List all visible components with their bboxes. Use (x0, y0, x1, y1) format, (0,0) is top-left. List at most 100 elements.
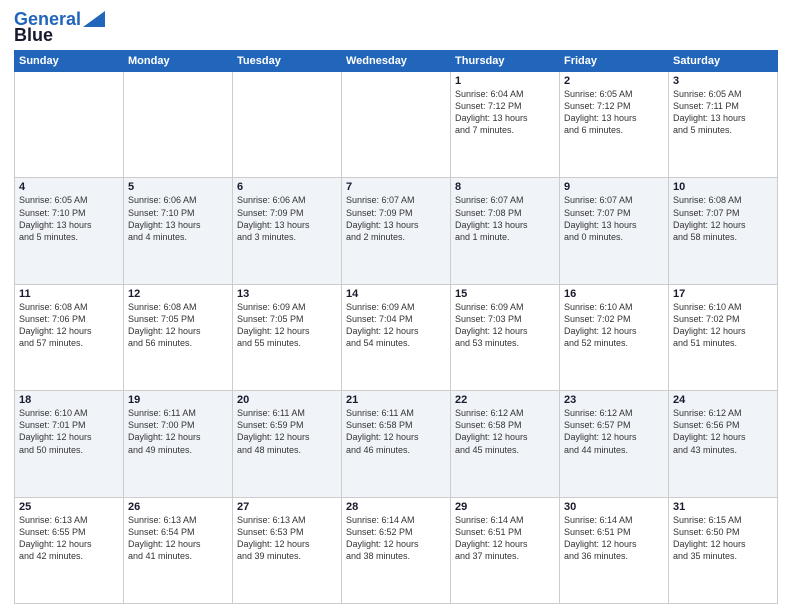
day-info: Sunrise: 6:07 AM Sunset: 7:08 PM Dayligh… (455, 194, 555, 243)
day-info: Sunrise: 6:09 AM Sunset: 7:03 PM Dayligh… (455, 301, 555, 350)
col-header-friday: Friday (560, 51, 669, 72)
day-cell: 21Sunrise: 6:11 AM Sunset: 6:58 PM Dayli… (342, 391, 451, 497)
day-info: Sunrise: 6:10 AM Sunset: 7:02 PM Dayligh… (564, 301, 664, 350)
day-info: Sunrise: 6:08 AM Sunset: 7:05 PM Dayligh… (128, 301, 228, 350)
day-number: 23 (564, 394, 664, 406)
day-cell: 4Sunrise: 6:05 AM Sunset: 7:10 PM Daylig… (15, 178, 124, 284)
calendar-table: SundayMondayTuesdayWednesdayThursdayFrid… (14, 50, 778, 604)
day-info: Sunrise: 6:10 AM Sunset: 7:02 PM Dayligh… (673, 301, 773, 350)
day-cell: 24Sunrise: 6:12 AM Sunset: 6:56 PM Dayli… (669, 391, 778, 497)
day-cell: 27Sunrise: 6:13 AM Sunset: 6:53 PM Dayli… (233, 497, 342, 603)
day-number: 15 (455, 288, 555, 300)
week-row-2: 4Sunrise: 6:05 AM Sunset: 7:10 PM Daylig… (15, 178, 778, 284)
day-number: 18 (19, 394, 119, 406)
day-info: Sunrise: 6:11 AM Sunset: 6:58 PM Dayligh… (346, 407, 446, 456)
day-cell (342, 72, 451, 178)
day-cell: 2Sunrise: 6:05 AM Sunset: 7:12 PM Daylig… (560, 72, 669, 178)
day-number: 7 (346, 181, 446, 193)
day-number: 27 (237, 501, 337, 513)
day-number: 8 (455, 181, 555, 193)
day-number: 4 (19, 181, 119, 193)
day-cell: 19Sunrise: 6:11 AM Sunset: 7:00 PM Dayli… (124, 391, 233, 497)
day-cell: 1Sunrise: 6:04 AM Sunset: 7:12 PM Daylig… (451, 72, 560, 178)
day-number: 19 (128, 394, 228, 406)
col-header-tuesday: Tuesday (233, 51, 342, 72)
col-header-thursday: Thursday (451, 51, 560, 72)
col-header-monday: Monday (124, 51, 233, 72)
day-number: 2 (564, 75, 664, 87)
day-number: 24 (673, 394, 773, 406)
day-number: 17 (673, 288, 773, 300)
week-row-5: 25Sunrise: 6:13 AM Sunset: 6:55 PM Dayli… (15, 497, 778, 603)
day-cell: 17Sunrise: 6:10 AM Sunset: 7:02 PM Dayli… (669, 284, 778, 390)
day-info: Sunrise: 6:14 AM Sunset: 6:52 PM Dayligh… (346, 514, 446, 563)
day-cell (15, 72, 124, 178)
day-info: Sunrise: 6:13 AM Sunset: 6:53 PM Dayligh… (237, 514, 337, 563)
day-cell: 7Sunrise: 6:07 AM Sunset: 7:09 PM Daylig… (342, 178, 451, 284)
day-info: Sunrise: 6:11 AM Sunset: 7:00 PM Dayligh… (128, 407, 228, 456)
day-info: Sunrise: 6:12 AM Sunset: 6:56 PM Dayligh… (673, 407, 773, 456)
header: General Blue (14, 10, 778, 44)
day-number: 10 (673, 181, 773, 193)
day-cell: 10Sunrise: 6:08 AM Sunset: 7:07 PM Dayli… (669, 178, 778, 284)
day-number: 29 (455, 501, 555, 513)
day-cell: 12Sunrise: 6:08 AM Sunset: 7:05 PM Dayli… (124, 284, 233, 390)
day-info: Sunrise: 6:12 AM Sunset: 6:57 PM Dayligh… (564, 407, 664, 456)
col-header-wednesday: Wednesday (342, 51, 451, 72)
day-cell: 25Sunrise: 6:13 AM Sunset: 6:55 PM Dayli… (15, 497, 124, 603)
day-number: 16 (564, 288, 664, 300)
logo: General Blue (14, 10, 105, 44)
day-number: 5 (128, 181, 228, 193)
day-info: Sunrise: 6:04 AM Sunset: 7:12 PM Dayligh… (455, 88, 555, 137)
day-cell: 5Sunrise: 6:06 AM Sunset: 7:10 PM Daylig… (124, 178, 233, 284)
day-cell: 14Sunrise: 6:09 AM Sunset: 7:04 PM Dayli… (342, 284, 451, 390)
day-cell: 11Sunrise: 6:08 AM Sunset: 7:06 PM Dayli… (15, 284, 124, 390)
calendar-header-row: SundayMondayTuesdayWednesdayThursdayFrid… (15, 51, 778, 72)
day-cell: 3Sunrise: 6:05 AM Sunset: 7:11 PM Daylig… (669, 72, 778, 178)
day-cell: 15Sunrise: 6:09 AM Sunset: 7:03 PM Dayli… (451, 284, 560, 390)
day-cell: 26Sunrise: 6:13 AM Sunset: 6:54 PM Dayli… (124, 497, 233, 603)
page: General Blue SundayMondayTuesdayWednesda… (0, 0, 792, 612)
logo-blue: Blue (14, 26, 53, 44)
day-number: 9 (564, 181, 664, 193)
day-number: 28 (346, 501, 446, 513)
day-info: Sunrise: 6:14 AM Sunset: 6:51 PM Dayligh… (455, 514, 555, 563)
day-info: Sunrise: 6:11 AM Sunset: 6:59 PM Dayligh… (237, 407, 337, 456)
day-number: 21 (346, 394, 446, 406)
day-info: Sunrise: 6:13 AM Sunset: 6:54 PM Dayligh… (128, 514, 228, 563)
day-cell (233, 72, 342, 178)
day-info: Sunrise: 6:12 AM Sunset: 6:58 PM Dayligh… (455, 407, 555, 456)
day-cell: 9Sunrise: 6:07 AM Sunset: 7:07 PM Daylig… (560, 178, 669, 284)
day-info: Sunrise: 6:09 AM Sunset: 7:05 PM Dayligh… (237, 301, 337, 350)
day-number: 30 (564, 501, 664, 513)
day-cell: 29Sunrise: 6:14 AM Sunset: 6:51 PM Dayli… (451, 497, 560, 603)
day-number: 20 (237, 394, 337, 406)
day-info: Sunrise: 6:07 AM Sunset: 7:09 PM Dayligh… (346, 194, 446, 243)
logo-icon (83, 11, 105, 27)
day-info: Sunrise: 6:09 AM Sunset: 7:04 PM Dayligh… (346, 301, 446, 350)
day-info: Sunrise: 6:05 AM Sunset: 7:12 PM Dayligh… (564, 88, 664, 137)
day-cell: 16Sunrise: 6:10 AM Sunset: 7:02 PM Dayli… (560, 284, 669, 390)
day-info: Sunrise: 6:05 AM Sunset: 7:10 PM Dayligh… (19, 194, 119, 243)
week-row-3: 11Sunrise: 6:08 AM Sunset: 7:06 PM Dayli… (15, 284, 778, 390)
day-info: Sunrise: 6:13 AM Sunset: 6:55 PM Dayligh… (19, 514, 119, 563)
day-number: 13 (237, 288, 337, 300)
day-cell: 30Sunrise: 6:14 AM Sunset: 6:51 PM Dayli… (560, 497, 669, 603)
day-number: 31 (673, 501, 773, 513)
col-header-sunday: Sunday (15, 51, 124, 72)
day-info: Sunrise: 6:14 AM Sunset: 6:51 PM Dayligh… (564, 514, 664, 563)
week-row-1: 1Sunrise: 6:04 AM Sunset: 7:12 PM Daylig… (15, 72, 778, 178)
day-info: Sunrise: 6:15 AM Sunset: 6:50 PM Dayligh… (673, 514, 773, 563)
day-cell: 20Sunrise: 6:11 AM Sunset: 6:59 PM Dayli… (233, 391, 342, 497)
day-cell: 18Sunrise: 6:10 AM Sunset: 7:01 PM Dayli… (15, 391, 124, 497)
day-cell: 13Sunrise: 6:09 AM Sunset: 7:05 PM Dayli… (233, 284, 342, 390)
day-info: Sunrise: 6:08 AM Sunset: 7:07 PM Dayligh… (673, 194, 773, 243)
day-number: 11 (19, 288, 119, 300)
day-info: Sunrise: 6:10 AM Sunset: 7:01 PM Dayligh… (19, 407, 119, 456)
day-number: 22 (455, 394, 555, 406)
day-cell: 8Sunrise: 6:07 AM Sunset: 7:08 PM Daylig… (451, 178, 560, 284)
day-cell: 22Sunrise: 6:12 AM Sunset: 6:58 PM Dayli… (451, 391, 560, 497)
day-cell: 28Sunrise: 6:14 AM Sunset: 6:52 PM Dayli… (342, 497, 451, 603)
day-info: Sunrise: 6:07 AM Sunset: 7:07 PM Dayligh… (564, 194, 664, 243)
day-number: 3 (673, 75, 773, 87)
